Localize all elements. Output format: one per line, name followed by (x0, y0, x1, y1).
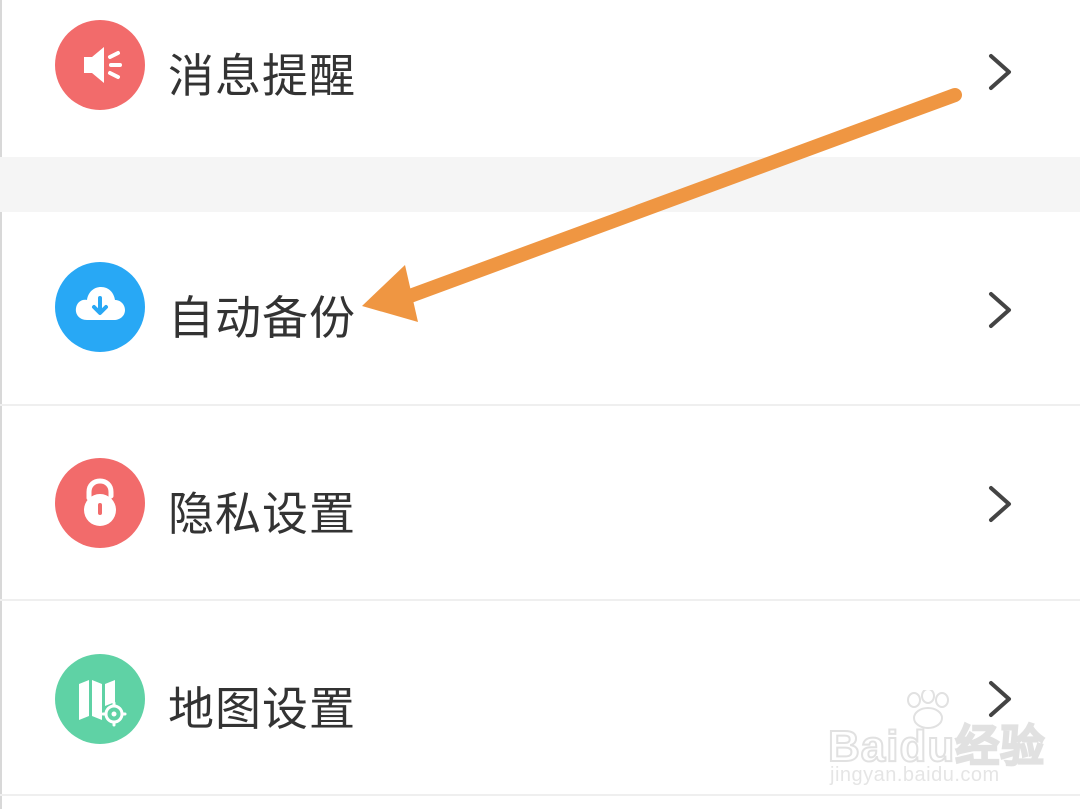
chevron-right-icon (989, 681, 1011, 717)
settings-item-label: 地图设置 (168, 682, 356, 736)
section-separator (0, 157, 1080, 212)
lock-icon (55, 458, 145, 548)
settings-item-map[interactable]: 地图设置 (0, 601, 1080, 793)
speaker-icon (55, 20, 145, 110)
settings-item-label: 隐私设置 (168, 487, 356, 541)
settings-item-label: 自动备份 (168, 291, 356, 345)
settings-item-privacy[interactable]: 隐私设置 (0, 406, 1080, 598)
map-settings-icon (55, 654, 145, 744)
chevron-right-icon (989, 292, 1011, 328)
chevron-right-icon (989, 54, 1011, 90)
settings-item-label: 消息提醒 (168, 49, 356, 103)
settings-item-message-reminder[interactable]: 消息提醒 (0, 10, 1080, 120)
settings-item-auto-backup[interactable]: 自动备份 (0, 212, 1080, 404)
chevron-right-icon (989, 486, 1011, 522)
settings-screen: 消息提醒 自动备份 隐私设置 地图设置 Baidu经验 jingyan.baid… (0, 0, 1080, 809)
cloud-download-icon (55, 262, 145, 352)
row-divider (0, 794, 1080, 796)
